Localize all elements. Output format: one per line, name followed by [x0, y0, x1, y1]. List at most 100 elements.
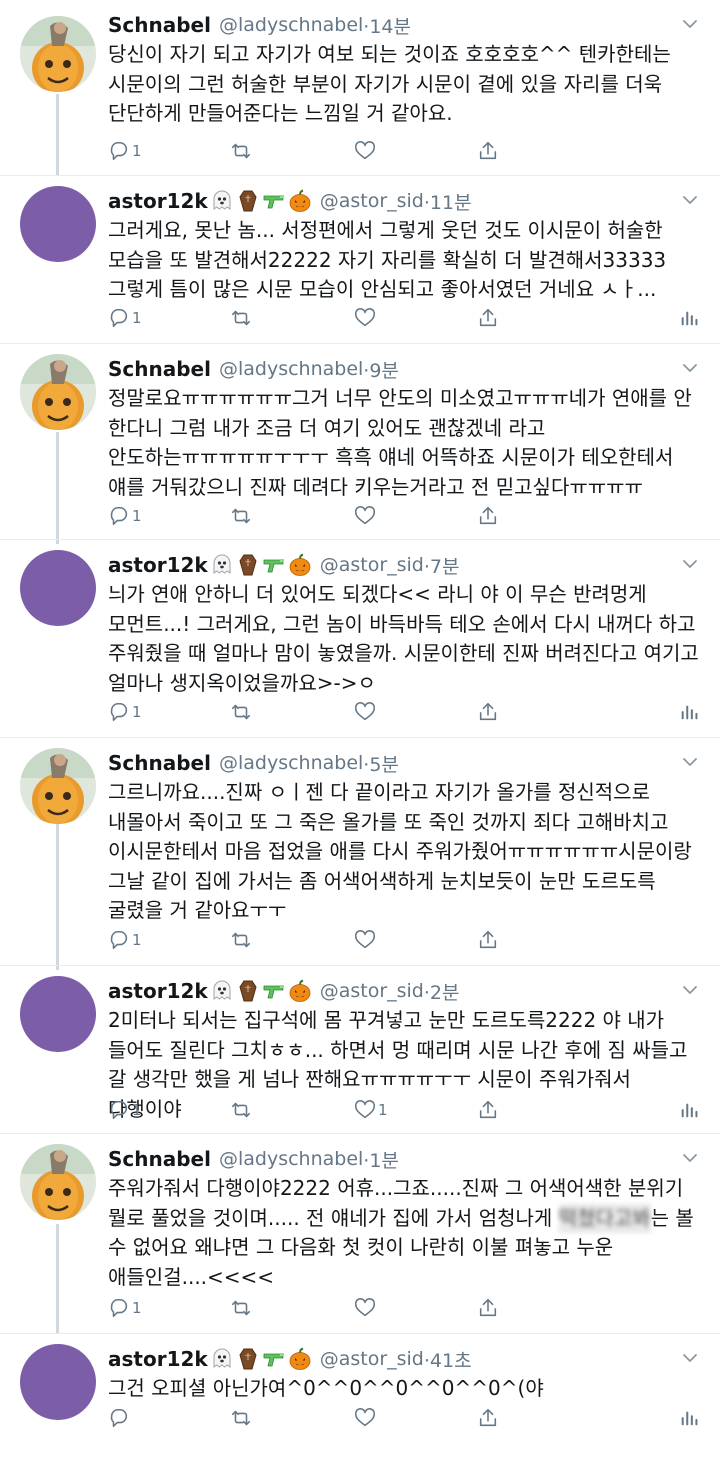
- author-name[interactable]: Schnabel: [108, 13, 211, 37]
- author-handle[interactable]: @ladyschnabel: [219, 14, 363, 36]
- like-button[interactable]: [354, 1294, 378, 1322]
- share-button[interactable]: [477, 137, 499, 165]
- author-handle[interactable]: @ladyschnabel: [219, 752, 363, 774]
- tweet[interactable]: astor12k @astor_sid ·7분 늬가 연애 안하니 더 있어도 …: [0, 540, 720, 738]
- retweet-button[interactable]: [230, 1294, 252, 1322]
- author-handle[interactable]: @astor_sid: [320, 554, 424, 576]
- analytics-button[interactable]: [678, 1404, 700, 1432]
- share-button[interactable]: [477, 1294, 499, 1322]
- like-button[interactable]: [354, 926, 378, 954]
- retweet-button[interactable]: [230, 1404, 252, 1432]
- chevron-down-icon[interactable]: [680, 190, 700, 210]
- author-name[interactable]: astor12k: [108, 979, 208, 1003]
- avatar[interactable]: [20, 550, 96, 626]
- tweet[interactable]: astor12k @astor_sid ·41초 그건 오피셜 아닌가여^0^^…: [0, 1334, 720, 1459]
- retweet-button[interactable]: [230, 304, 252, 332]
- tweet-actions: 1: [108, 502, 708, 530]
- share-button[interactable]: [477, 926, 499, 954]
- author-name[interactable]: Schnabel: [108, 357, 211, 381]
- timestamp[interactable]: ·2분: [424, 978, 460, 1005]
- tweet-actions: 1 1: [108, 1096, 708, 1124]
- like-button[interactable]: [354, 698, 378, 726]
- author-handle[interactable]: @astor_sid: [320, 1348, 424, 1370]
- share-icon: [479, 141, 497, 160]
- share-icon: [479, 506, 497, 525]
- reply-button[interactable]: 1: [108, 137, 142, 165]
- share-button[interactable]: [477, 1404, 499, 1432]
- author-handle[interactable]: @astor_sid: [320, 980, 424, 1002]
- avatar[interactable]: [20, 976, 96, 1052]
- tweet-actions: 1: [108, 304, 708, 332]
- tweet[interactable]: Schnabel @ladyschnabel ·9분 정말로요ㅠㅠㅠㅠㅠㅠ그거 …: [0, 344, 720, 540]
- tweet[interactable]: Schnabel @ladyschnabel ·1분 주워가줘서 다행이야222…: [0, 1134, 720, 1334]
- share-button[interactable]: [477, 502, 499, 530]
- chevron-down-icon[interactable]: [680, 358, 700, 378]
- chevron-down-icon[interactable]: [680, 980, 700, 1000]
- chevron-down-icon[interactable]: [680, 14, 700, 34]
- like-button[interactable]: [354, 304, 378, 332]
- reply-button[interactable]: 1: [108, 1294, 142, 1322]
- author-name[interactable]: astor12k: [108, 189, 208, 213]
- chevron-down-icon[interactable]: [680, 1348, 700, 1368]
- timestamp[interactable]: ·14분: [363, 12, 411, 39]
- retweet-button[interactable]: [230, 1096, 252, 1124]
- author-handle[interactable]: @ladyschnabel: [219, 358, 363, 380]
- timestamp[interactable]: ·1분: [363, 1146, 399, 1173]
- author-handle[interactable]: @astor_sid: [320, 190, 424, 212]
- retweet-button[interactable]: [230, 698, 252, 726]
- author-name[interactable]: astor12k: [108, 553, 208, 577]
- reply-button[interactable]: 1: [108, 698, 142, 726]
- share-button[interactable]: [477, 698, 499, 726]
- avatar[interactable]: [20, 16, 96, 92]
- name-emojis: [210, 553, 312, 577]
- tweet[interactable]: Schnabel @ladyschnabel ·5분 그르니까요....진짜 ㅇ…: [0, 738, 720, 966]
- like-icon: [354, 308, 376, 327]
- analytics-button[interactable]: [678, 304, 700, 332]
- reply-button[interactable]: 1: [108, 502, 142, 530]
- author-name[interactable]: astor12k: [108, 1347, 208, 1371]
- tweet-actions: [108, 1404, 708, 1432]
- reply-count: 1: [132, 703, 142, 721]
- share-icon: [479, 702, 497, 721]
- chevron-down-icon[interactable]: [680, 554, 700, 574]
- jack-o-lantern-icon: [288, 553, 311, 577]
- share-button[interactable]: [477, 304, 499, 332]
- water-gun-icon: [263, 194, 285, 209]
- chevron-down-icon[interactable]: [680, 752, 700, 772]
- reply-button[interactable]: 1: [108, 304, 142, 332]
- timestamp[interactable]: ·5분: [363, 750, 399, 777]
- timestamp[interactable]: ·41초: [424, 1346, 472, 1373]
- jack-o-lantern-icon: [288, 979, 311, 1003]
- timestamp[interactable]: ·7분: [424, 552, 460, 579]
- author-name[interactable]: Schnabel: [108, 751, 211, 775]
- like-button[interactable]: 1: [354, 1096, 388, 1124]
- avatar[interactable]: [20, 354, 96, 430]
- tweet[interactable]: Schnabel @ladyschnabel ·14분 당신이 자기 되고 자기…: [0, 0, 720, 176]
- tweet[interactable]: astor12k @astor_sid ·2분 2미터나 되서는 집구석에 몸 …: [0, 966, 720, 1134]
- avatar[interactable]: [20, 1144, 96, 1220]
- chevron-down-icon[interactable]: [680, 1148, 700, 1168]
- avatar[interactable]: [20, 1344, 96, 1420]
- tweet[interactable]: astor12k @astor_sid ·11분 그러게요, 못난 놈... 서…: [0, 176, 720, 344]
- author-name[interactable]: Schnabel: [108, 1147, 211, 1171]
- share-icon: [479, 1298, 497, 1317]
- reply-button[interactable]: 1: [108, 926, 142, 954]
- reply-button[interactable]: 1: [108, 1096, 142, 1124]
- like-button[interactable]: [354, 502, 378, 530]
- avatar[interactable]: [20, 186, 96, 262]
- author-handle[interactable]: @ladyschnabel: [219, 1148, 363, 1170]
- avatar[interactable]: [20, 748, 96, 824]
- reply-button[interactable]: [108, 1404, 132, 1432]
- like-button[interactable]: [354, 137, 378, 165]
- analytics-button[interactable]: [678, 1096, 700, 1124]
- retweet-button[interactable]: [230, 137, 252, 165]
- timestamp[interactable]: ·11분: [424, 188, 472, 215]
- retweet-button[interactable]: [230, 502, 252, 530]
- share-button[interactable]: [477, 1096, 499, 1124]
- timestamp[interactable]: ·9분: [363, 356, 399, 383]
- ghost-icon: [213, 1348, 231, 1368]
- analytics-button[interactable]: [678, 698, 700, 726]
- like-button[interactable]: [354, 1404, 378, 1432]
- retweet-button[interactable]: [230, 926, 252, 954]
- analytics-icon: [681, 1103, 698, 1118]
